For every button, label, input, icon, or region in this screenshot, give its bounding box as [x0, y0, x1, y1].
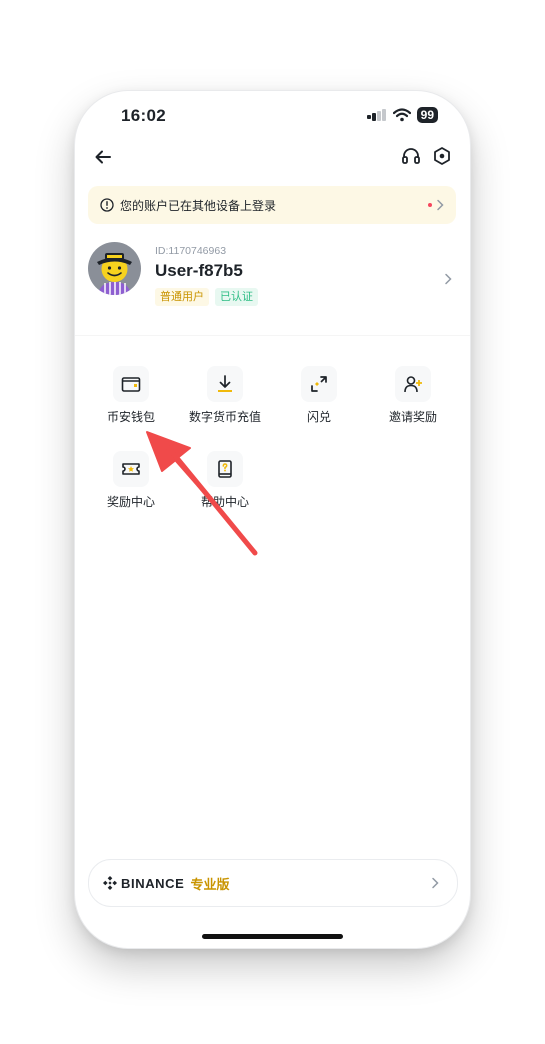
status-time: 16:02	[121, 106, 166, 125]
user-tags: 普通用户 已认证	[155, 288, 258, 306]
settings-hex-icon[interactable]	[431, 145, 453, 167]
pro-subtitle: 专业版	[190, 876, 230, 892]
help-book-icon	[218, 460, 232, 478]
menu-item-label: 邀请奖励	[388, 410, 437, 424]
status-icons: 99	[366, 107, 438, 123]
download-icon	[218, 375, 232, 392]
menu-item-convert[interactable]: 闪兑	[274, 366, 364, 436]
binance-logo-icon	[103, 876, 117, 890]
menu-item-label: 币安钱包	[106, 410, 155, 424]
invite-user-icon	[404, 376, 422, 393]
convert-icon	[311, 376, 327, 392]
wallet-icon	[121, 377, 141, 392]
reward-ticket-icon	[122, 463, 140, 475]
menu-item-label: 帮助中心	[200, 495, 249, 509]
headset-support-icon[interactable]	[400, 145, 422, 167]
login-notice-banner[interactable]: 您的账户已在其他设备上登录	[88, 186, 456, 224]
section-divider	[75, 335, 470, 336]
home-indicator[interactable]	[202, 934, 343, 939]
menu-item-wallet[interactable]: 币安钱包	[86, 366, 176, 436]
menu-item-invite[interactable]: 邀请奖励	[368, 366, 458, 436]
username: User-f87b5	[155, 261, 243, 280]
phone-frame: 16:02 99 您的账户已在其他设备上登录 ID:1170746963 Use…	[75, 91, 470, 948]
binance-pro-button[interactable]: BINANCE 专业版	[88, 859, 458, 907]
info-circle-icon	[100, 198, 114, 212]
wifi-icon	[392, 108, 411, 122]
profile-chevron-right-icon[interactable]	[444, 273, 452, 285]
verified-badge: 已认证	[215, 288, 258, 306]
notification-dot	[428, 203, 432, 207]
menu-item-rewards[interactable]: 奖励中心	[86, 451, 176, 521]
notice-text: 您的账户已在其他设备上登录	[120, 198, 277, 213]
menu-item-deposit[interactable]: 数字货币充值	[180, 366, 270, 436]
menu-item-label: 闪兑	[306, 410, 331, 424]
user-id: ID:1170746963	[155, 245, 227, 257]
avatar[interactable]	[88, 242, 141, 295]
cellular-signal-icon	[366, 109, 386, 121]
chevron-right-icon	[432, 877, 439, 889]
menu-item-label: 数字货币充值	[188, 410, 261, 424]
battery-level: 99	[416, 107, 438, 123]
menu-item-help[interactable]: 帮助中心	[180, 451, 270, 521]
chevron-right-icon	[437, 199, 444, 211]
menu-item-label: 奖励中心	[106, 495, 155, 509]
pro-brand-text: BINANCE	[121, 875, 185, 891]
user-level-badge: 普通用户	[155, 288, 209, 306]
back-arrow-icon[interactable]	[93, 147, 113, 167]
